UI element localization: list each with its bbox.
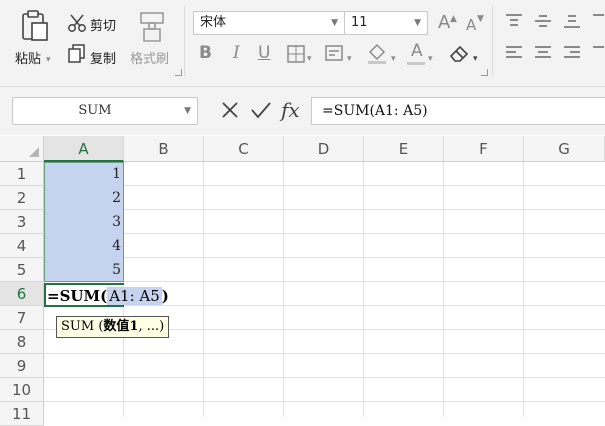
paste-dropdown-icon[interactable]: ▾ — [46, 50, 51, 70]
cell-style-dropdown-icon[interactable]: ▾ — [347, 49, 352, 69]
function-tooltip: SUM (数值1, ...) — [56, 316, 170, 338]
font-size-select[interactable]: 11 ▼ — [344, 11, 428, 35]
formula-input[interactable]: =SUM(A1: A5) — [311, 97, 605, 125]
cell-editor[interactable]: =SUM(A1: A5) — [47, 285, 169, 307]
cut-button-label[interactable]: 剪切 — [90, 15, 116, 34]
gridline — [44, 257, 605, 258]
column-header-g[interactable]: G — [524, 136, 605, 162]
gridline — [44, 281, 605, 282]
ribbon-divider — [184, 6, 185, 76]
row-header-2[interactable]: 2 — [0, 186, 44, 210]
font-color-bar — [407, 62, 425, 65]
gridline — [44, 353, 605, 354]
format-painter-icon[interactable] — [137, 10, 167, 44]
gridline — [44, 377, 605, 378]
eraser-icon[interactable] — [448, 43, 470, 63]
fill-icon[interactable] — [366, 42, 388, 64]
chevron-down-icon[interactable]: ▼ — [184, 106, 191, 116]
tooltip-rest-args: , ...) — [138, 319, 165, 334]
paste-button-label[interactable]: 粘贴 — [15, 48, 41, 67]
gridline — [283, 162, 284, 417]
row-header-9[interactable]: 9 — [0, 354, 44, 378]
cell-style-icon[interactable] — [325, 45, 345, 63]
formula-range-ref: A1: A5 — [107, 287, 162, 305]
ribbon-divider — [492, 6, 493, 76]
select-all-icon — [29, 147, 39, 157]
formula-suffix: ) — [161, 287, 169, 305]
column-header-b[interactable]: B — [124, 136, 204, 162]
gridline — [44, 185, 605, 186]
underline-icon[interactable]: U — [258, 43, 270, 63]
grow-font-arrow-icon: ▲ — [450, 14, 457, 24]
format-painter-label[interactable]: 格式刷 — [130, 48, 169, 67]
row-header-5[interactable]: 5 — [0, 258, 44, 282]
border-dropdown-icon[interactable]: ▾ — [307, 49, 312, 69]
gridline — [44, 209, 605, 210]
ribbon: 粘贴 ▾ 剪切 复制 格式刷 宋体 ▼ 11 ▼ A ▲ A ▼ B I U ▾… — [0, 0, 605, 87]
cell-a2[interactable]: 2 — [44, 186, 121, 210]
gridline — [203, 162, 204, 417]
confirm-icon[interactable] — [250, 100, 272, 120]
row-header-4[interactable]: 4 — [0, 234, 44, 258]
column-header-a[interactable]: A — [44, 136, 124, 162]
row-header-3[interactable]: 3 — [0, 210, 44, 234]
column-header-f[interactable]: F — [444, 136, 524, 162]
row-header-6[interactable]: 6 — [0, 282, 44, 306]
chevron-down-icon: ▼ — [414, 18, 421, 28]
align-bottom-icon[interactable] — [563, 13, 581, 29]
cell-a1[interactable]: 1 — [44, 162, 121, 186]
font-name-select[interactable]: 宋体 ▼ — [193, 11, 345, 35]
cell-a4[interactable]: 4 — [44, 234, 121, 258]
align-middle-icon[interactable] — [534, 13, 552, 29]
tooltip-function-name[interactable]: SUM — [61, 319, 94, 334]
chevron-down-icon: ▼ — [331, 18, 338, 28]
grow-font-icon[interactable]: A — [438, 13, 450, 33]
copy-icon[interactable] — [68, 44, 86, 64]
bold-icon[interactable]: B — [199, 43, 212, 63]
cancel-icon[interactable] — [221, 101, 239, 119]
select-all-button[interactable] — [0, 136, 44, 162]
gridline — [443, 162, 444, 417]
font-group-launcher[interactable] — [481, 69, 488, 76]
align-left-icon[interactable] — [505, 45, 523, 61]
tooltip-current-arg: 数值1 — [103, 319, 139, 334]
row-header-10[interactable]: 10 — [0, 378, 44, 402]
gridline — [523, 162, 524, 417]
italic-icon[interactable]: I — [233, 43, 240, 63]
name-box[interactable]: SUM ▼ — [12, 97, 198, 125]
ribbon-overflow-icon[interactable] — [592, 13, 605, 63]
row-header-1[interactable]: 1 — [0, 162, 44, 186]
row-header-7[interactable]: 7 — [0, 306, 44, 330]
cell-a5[interactable]: 5 — [44, 258, 121, 282]
gridline — [44, 233, 605, 234]
name-box-value: SUM — [78, 103, 112, 118]
cell-a3[interactable]: 3 — [44, 210, 121, 234]
row-header-11[interactable]: 11 — [0, 402, 44, 426]
formula-prefix: =SUM( — [47, 287, 108, 305]
font-color-dropdown-icon[interactable]: ▾ — [428, 49, 433, 69]
shrink-font-arrow-icon: ▼ — [477, 14, 484, 24]
gridline — [363, 162, 364, 417]
insert-function-icon[interactable]: fx — [281, 98, 300, 122]
row-header-8[interactable]: 8 — [0, 330, 44, 354]
border-icon[interactable] — [287, 45, 305, 63]
column-header-d[interactable]: D — [284, 136, 364, 162]
font-name-value: 宋体 — [200, 15, 227, 30]
align-top-icon[interactable] — [505, 13, 523, 29]
align-center-icon[interactable] — [534, 45, 552, 61]
align-right-icon[interactable] — [563, 45, 581, 61]
copy-button-label[interactable]: 复制 — [90, 48, 116, 67]
clipboard-group-launcher[interactable] — [175, 69, 182, 76]
eraser-dropdown-icon[interactable]: ▾ — [473, 49, 478, 69]
gridline — [44, 401, 605, 402]
cut-icon[interactable] — [67, 13, 87, 33]
font-color-icon[interactable]: A — [411, 41, 423, 61]
column-header-e[interactable]: E — [364, 136, 444, 162]
shrink-font-icon[interactable]: A — [466, 15, 476, 35]
column-header-c[interactable]: C — [204, 136, 284, 162]
paste-icon[interactable] — [20, 10, 50, 42]
font-size-value: 11 — [351, 15, 368, 30]
fill-dropdown-icon[interactable]: ▾ — [391, 49, 396, 69]
